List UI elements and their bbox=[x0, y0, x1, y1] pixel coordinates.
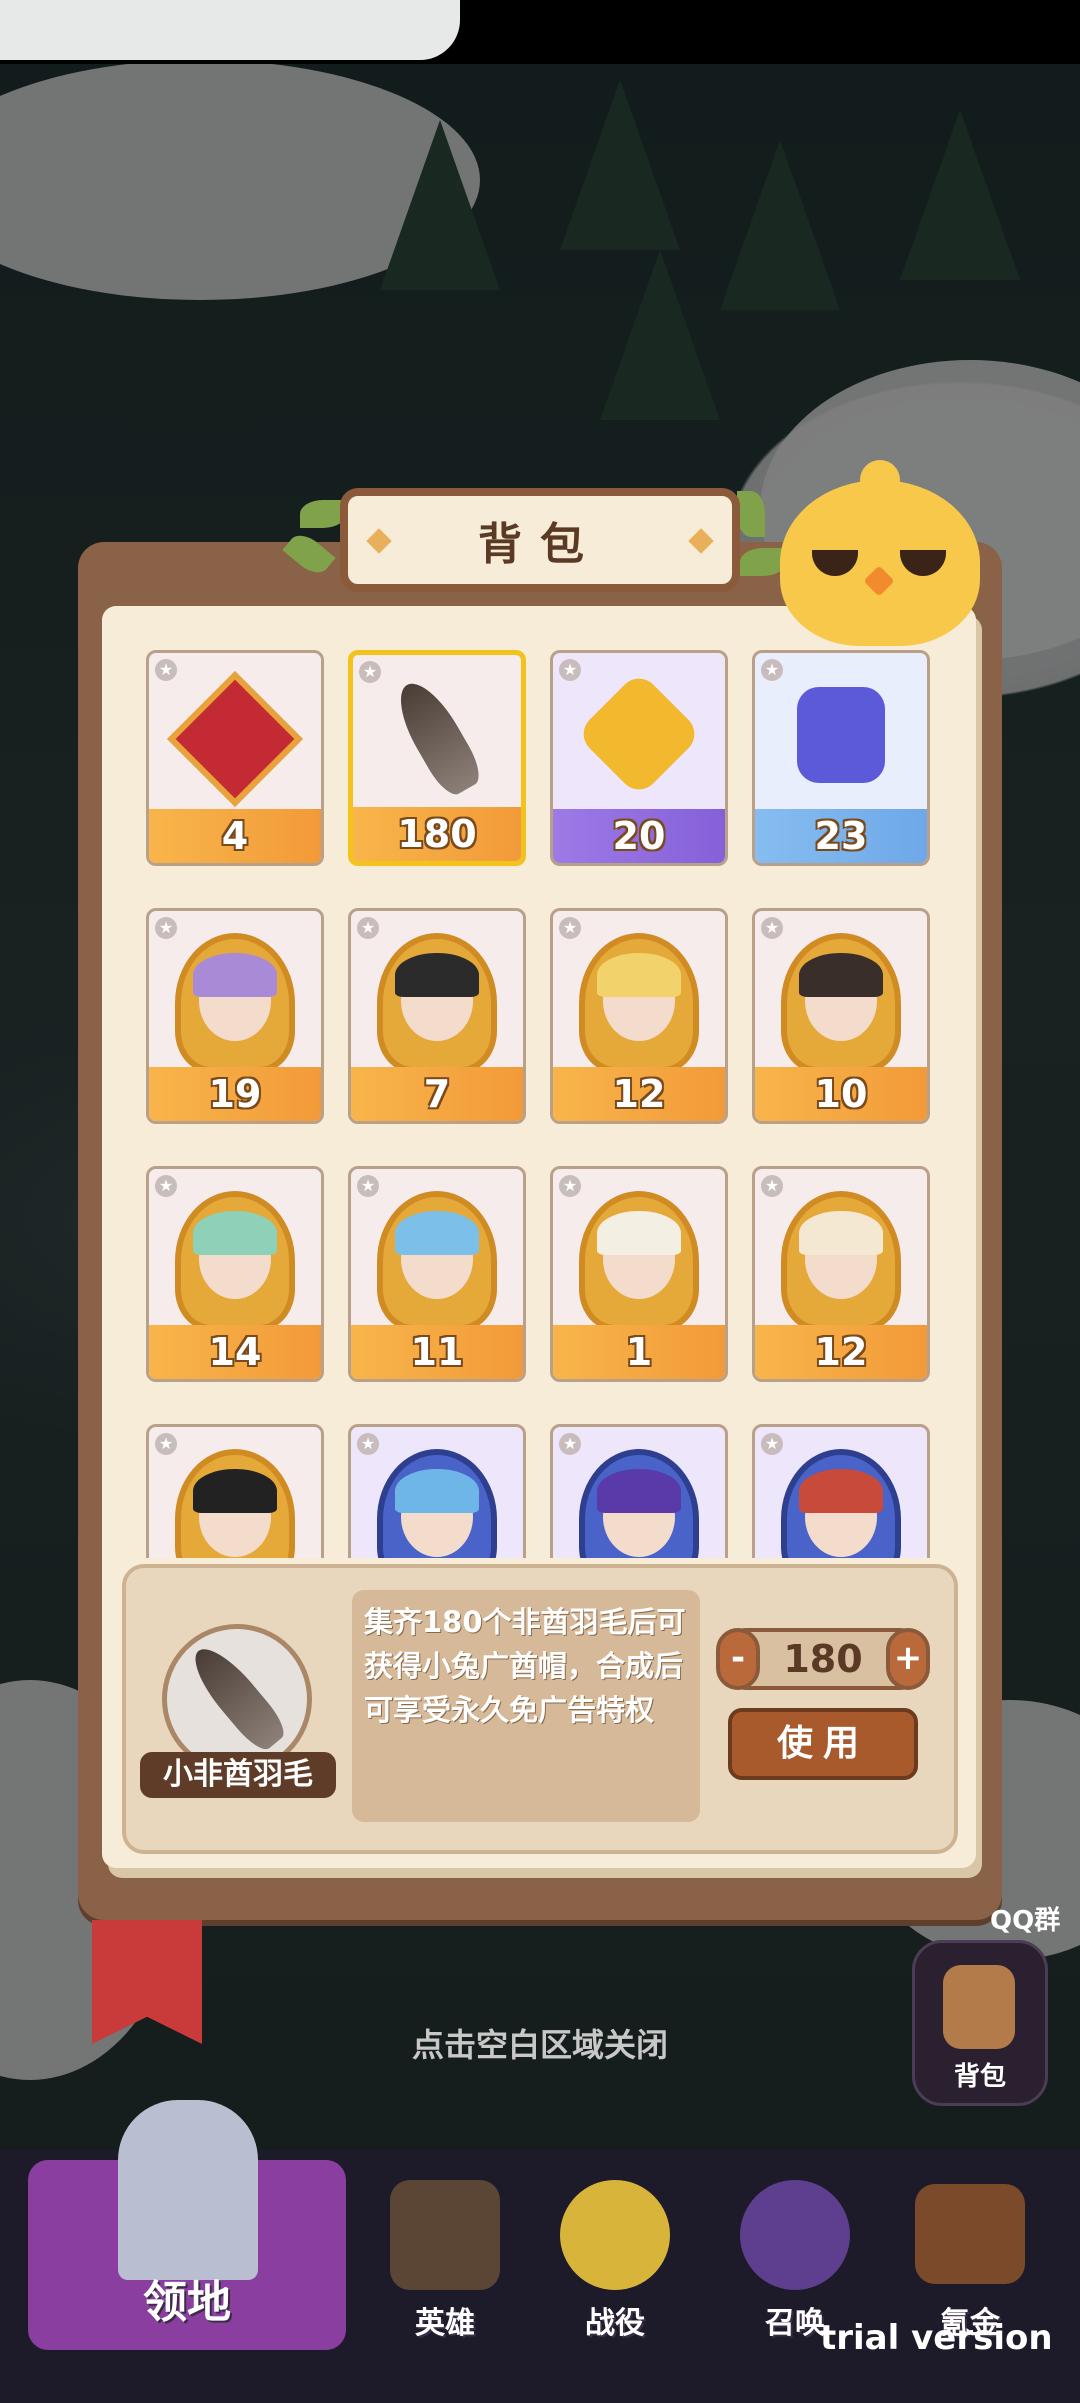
star-icon: ★ bbox=[559, 1433, 581, 1455]
item-grid: ★ 4 ★ 180 ★ 20 ★ 23 ★ 19 ★ 7 ★ 12 ★ 10 ★ bbox=[146, 650, 936, 1558]
star-icon: ★ bbox=[357, 1433, 379, 1455]
nav-heroes[interactable]: 英雄 bbox=[370, 2160, 520, 2350]
item-slot[interactable]: ★ 11 bbox=[348, 1166, 526, 1382]
item-slot[interactable]: ★ 14 bbox=[146, 1166, 324, 1382]
item-slot[interactable]: ★ 10 bbox=[752, 908, 930, 1124]
hero-shard-icon bbox=[781, 1191, 901, 1331]
star-icon: ★ bbox=[761, 1175, 783, 1197]
magic-circle-icon bbox=[740, 2180, 850, 2290]
hero-shard-icon bbox=[175, 933, 295, 1073]
hero-shard-icon bbox=[377, 1191, 497, 1331]
hero-shard-icon bbox=[377, 933, 497, 1073]
chick-warrior-icon bbox=[560, 2180, 670, 2290]
item-slot[interactable]: ★ 19 bbox=[146, 908, 324, 1124]
star-icon: ★ bbox=[155, 917, 177, 939]
hero-shard-icon bbox=[781, 933, 901, 1073]
item-count: 12 bbox=[755, 1325, 927, 1379]
star-icon: ★ bbox=[761, 1433, 783, 1455]
item-count: 11 bbox=[351, 1325, 523, 1379]
item-slot[interactable]: ★ 1 bbox=[550, 1166, 728, 1382]
panel-title: 背包 bbox=[478, 519, 602, 570]
star-icon: ★ bbox=[357, 1175, 379, 1197]
star-icon: ★ bbox=[559, 659, 581, 681]
item-count: 1 bbox=[553, 1325, 725, 1379]
hero-shard-icon bbox=[175, 1191, 295, 1331]
use-button[interactable]: 使用 bbox=[728, 1708, 918, 1780]
hero-shard-icon bbox=[579, 1191, 699, 1331]
nav-home-label: 领地 bbox=[143, 2277, 231, 2328]
nav-heroes-label: 英雄 bbox=[415, 2306, 475, 2341]
hero-shard-blue-icon bbox=[579, 1449, 699, 1558]
qq-group-label[interactable]: QQ群 bbox=[990, 1900, 1060, 1937]
star-icon: ★ bbox=[761, 917, 783, 939]
castle-icon bbox=[118, 2100, 258, 2280]
item-count: 14 bbox=[149, 1325, 321, 1379]
item-count: 12 bbox=[553, 1067, 725, 1121]
bag-side-button[interactable]: 背包 bbox=[912, 1940, 1048, 2106]
item-name: 小非酋羽毛 bbox=[140, 1752, 336, 1798]
item-count: 7 bbox=[351, 1067, 523, 1121]
hero-shard-icon bbox=[579, 933, 699, 1073]
trial-watermark: trial version bbox=[820, 2318, 1053, 2358]
item-slot-selected[interactable]: ★ 180 bbox=[348, 650, 526, 866]
item-slot[interactable]: ★ bbox=[348, 1424, 526, 1558]
panel-title-plate: 背包 bbox=[340, 488, 740, 592]
star-icon: ★ bbox=[155, 1433, 177, 1455]
item-count: 180 bbox=[353, 807, 521, 861]
item-count: 20 bbox=[553, 809, 725, 863]
hero-shard-blue-icon bbox=[781, 1449, 901, 1558]
book-icon bbox=[390, 2180, 500, 2290]
cloud-decoration bbox=[0, 0, 460, 60]
item-slot[interactable]: ★ 4 bbox=[146, 650, 324, 866]
nav-battle[interactable]: 战役 bbox=[540, 2160, 690, 2350]
blue-crystal-icon bbox=[781, 675, 901, 795]
nav-battle-label: 战役 bbox=[585, 2306, 645, 2341]
item-slot[interactable]: ★ 12 bbox=[550, 908, 728, 1124]
hero-shard-blue-icon bbox=[377, 1449, 497, 1558]
star-icon: ★ bbox=[761, 659, 783, 681]
item-slot[interactable]: ★ 12 bbox=[752, 1166, 930, 1382]
item-count: 23 bbox=[755, 809, 927, 863]
item-slot[interactable]: ★ bbox=[752, 1424, 930, 1558]
hero-shard-icon bbox=[175, 1449, 295, 1558]
star-icon: ★ bbox=[357, 917, 379, 939]
backpack-icon bbox=[943, 1965, 1015, 2049]
item-slot[interactable]: ★ 7 bbox=[348, 908, 526, 1124]
item-description: 集齐180个非酋羽毛后可获得小兔广酋帽，合成后可享受永久免广告特权 bbox=[352, 1590, 700, 1822]
item-count: 4 bbox=[149, 809, 321, 863]
nav-home[interactable]: 领地 bbox=[28, 2100, 346, 2350]
quantity-value: 180 bbox=[783, 1637, 863, 1681]
increase-button[interactable]: + bbox=[886, 1628, 930, 1690]
star-icon: ★ bbox=[559, 917, 581, 939]
treasure-chest-icon bbox=[915, 2184, 1025, 2284]
feather-icon bbox=[377, 673, 497, 801]
gold-crystal-icon bbox=[575, 670, 703, 798]
star-icon: ★ bbox=[155, 659, 177, 681]
item-slot[interactable]: ★ 20 bbox=[550, 650, 728, 866]
red-gem-icon bbox=[167, 671, 303, 807]
chick-mascot-icon bbox=[780, 460, 980, 646]
leaf-decoration bbox=[737, 491, 765, 537]
bag-side-label: 背包 bbox=[953, 2062, 1006, 2092]
item-count: 10 bbox=[755, 1067, 927, 1121]
item-slot[interactable]: ★ bbox=[146, 1424, 324, 1558]
item-slot[interactable]: ★ 23 bbox=[752, 650, 930, 866]
item-slot[interactable]: ★ bbox=[550, 1424, 728, 1558]
star-icon: ★ bbox=[155, 1175, 177, 1197]
item-count: 19 bbox=[149, 1067, 321, 1121]
star-icon: ★ bbox=[559, 1175, 581, 1197]
decrease-button[interactable]: - bbox=[716, 1628, 760, 1690]
quantity-stepper: - 180 + bbox=[716, 1628, 930, 1690]
